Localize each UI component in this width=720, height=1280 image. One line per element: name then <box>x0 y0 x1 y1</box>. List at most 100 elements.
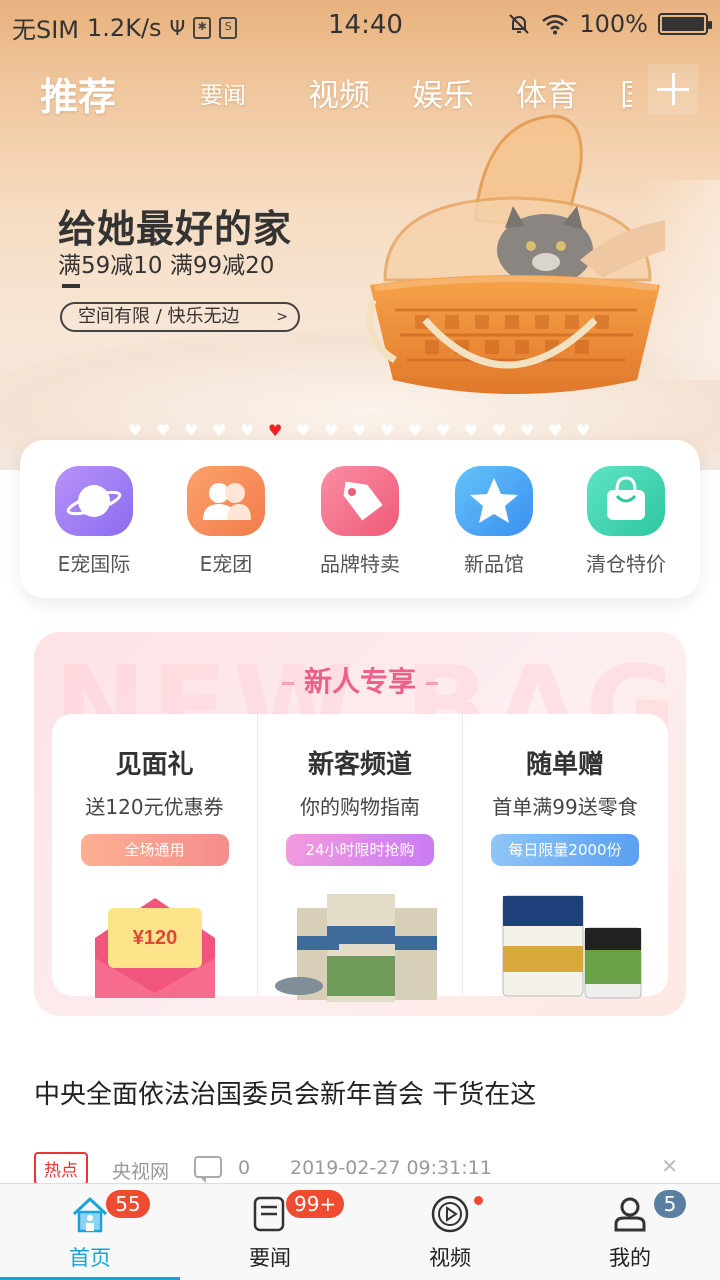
tab-label: 视频 <box>429 1246 471 1270</box>
promo-col-subtitle: 送120元优惠券 <box>85 795 224 819</box>
carousel-dot[interactable]: ♥ <box>128 423 144 439</box>
banner-cta-label: 空间有限 / 快乐无边 <box>78 306 240 327</box>
promo-col-title: 见面礼 <box>115 750 194 780</box>
banner-divider <box>62 284 80 288</box>
carousel-dot[interactable]: ♥ <box>184 423 200 439</box>
bag-icon <box>587 466 665 536</box>
title-dash <box>281 681 294 685</box>
carousel-dot[interactable]: ♥ <box>296 423 312 439</box>
group-icon <box>187 466 265 536</box>
promo-title: 新人专享 <box>34 660 686 700</box>
star-icon <box>455 466 533 536</box>
channel-tab-news[interactable]: 要闻 <box>200 76 246 110</box>
quick-link-label: 新品馆 <box>464 552 524 576</box>
channel-tab-more[interactable]: 国 <box>620 70 632 115</box>
play-icon <box>431 1195 469 1233</box>
hero-banner[interactable]: 无SIM 1.2K/s Ψ ✱ S 14:40 100% 推荐 要闻 视频 娱乐… <box>0 0 720 470</box>
promo-col-subtitle: 你的购物指南 <box>300 795 420 819</box>
carousel-dot[interactable]: ♥ <box>380 423 396 439</box>
carousel-dot[interactable]: ♥ <box>212 423 228 439</box>
title-dash <box>426 681 438 685</box>
hot-badge: 热点 <box>34 1152 88 1185</box>
newspaper-icon <box>253 1196 285 1232</box>
dismiss-icon[interactable]: ✕ <box>661 1154 678 1178</box>
video-dot <box>474 1196 483 1205</box>
promo-col-tag: 全场通用 <box>80 834 229 866</box>
promo-col-subtitle: 首单满99送零食 <box>492 795 638 819</box>
carousel-dot[interactable]: ♥ <box>156 423 172 439</box>
promo-title-text: 新人专享 <box>303 665 416 698</box>
carousel-dot[interactable]: ♥ <box>436 423 452 439</box>
pet-carrier-image <box>366 114 665 394</box>
pet-food-cans-image <box>502 895 642 999</box>
home-icon <box>72 1196 108 1233</box>
bottom-tab-bar: 55 首页 99+ 要闻 视频 5 我的 <box>0 1183 720 1280</box>
tag-icon <box>321 466 399 536</box>
carousel-dot[interactable]: ♥ <box>352 423 368 439</box>
tab-profile[interactable]: 5 我的 <box>540 1184 720 1280</box>
promo-col-tag: 24小时限时抢购 <box>286 834 434 866</box>
carrier-label: 无SIM <box>12 16 80 44</box>
comment-icon <box>194 1156 222 1183</box>
banner-cta-button[interactable]: 空间有限 / 快乐无边 > <box>60 302 300 332</box>
carousel-dot[interactable]: ♥ <box>464 423 480 439</box>
carousel-dot[interactable]: ♥ <box>268 423 284 439</box>
carousel-dot[interactable]: ♥ <box>520 423 536 439</box>
storage-icon: S <box>219 16 238 39</box>
mute-bell-icon <box>509 14 530 34</box>
tab-label: 要闻 <box>249 1246 291 1270</box>
promo-gift-column[interactable]: 见面礼 送120元优惠券 全场通用 ¥120 <box>52 714 257 998</box>
promo-new-customer-column[interactable]: 新客频道 你的购物指南 24小时限时抢购 <box>257 714 462 1002</box>
carousel-dot[interactable]: ♥ <box>240 423 256 439</box>
coupon-amount: ¥120 <box>132 927 177 949</box>
quick-link-e-pet-international[interactable]: E宠国际 <box>34 466 154 577</box>
clock: 14:40 <box>328 10 403 40</box>
red-envelope-image: ¥120 <box>94 898 215 998</box>
carousel-dot[interactable]: ♥ <box>408 423 424 439</box>
comment-count: 0 <box>238 1157 251 1179</box>
channel-tab-entertainment[interactable]: 娱乐 <box>412 70 474 115</box>
battery-percent: 100% <box>579 10 648 38</box>
tab-label: 我的 <box>609 1246 651 1270</box>
news-headline[interactable]: 中央全面依法治国委员会新年首会 干货在这 <box>34 1074 536 1111</box>
channel-tab-recommend[interactable]: 推荐 <box>40 66 116 121</box>
carousel-dot[interactable]: ♥ <box>548 423 564 439</box>
quick-link-clearance[interactable]: 清仓特价 <box>566 466 686 577</box>
channel-tab-sports[interactable]: 体育 <box>516 70 578 115</box>
network-speed: 1.2K/s <box>87 13 162 42</box>
tab-home[interactable]: 55 首页 <box>0 1184 180 1280</box>
usb-icon: Ψ <box>169 15 186 40</box>
carousel-dot[interactable]: ♥ <box>324 423 340 439</box>
banner-subtitle: 满59减10 满99减20 <box>58 253 275 279</box>
banner-title: 给她最好的家 <box>58 207 293 251</box>
pet-food-bags-image <box>275 894 437 1002</box>
add-channel-button[interactable] <box>648 64 698 114</box>
quick-link-e-pet-group[interactable]: E宠团 <box>166 466 286 577</box>
channel-tabs: 推荐 要闻 视频 娱乐 体育 国 <box>0 62 720 121</box>
news-datetime: 2019-02-27 09:31:11 <box>290 1157 492 1179</box>
quick-link-label: 清仓特价 <box>586 552 666 576</box>
quick-links-card: E宠国际 E宠团 品牌特卖 新品馆 清仓特价 <box>20 440 700 598</box>
quick-link-label: E宠团 <box>199 552 253 576</box>
carousel-dot[interactable]: ♥ <box>492 423 508 439</box>
quick-link-brand-sale[interactable]: 品牌特卖 <box>300 466 420 577</box>
profile-badge: 5 <box>654 1190 686 1218</box>
tab-news[interactable]: 99+ 要闻 <box>180 1184 360 1280</box>
promo-col-title: 随单赠 <box>525 750 604 780</box>
new-user-promo[interactable]: NEW BAG 新人专享 见面礼 送120元优惠券 全场通用 ¥120 新客频道… <box>34 632 686 1016</box>
news-source: 央视网 <box>112 1161 170 1183</box>
promo-col-tag: 每日限量2000份 <box>491 834 639 866</box>
promo-columns: 见面礼 送120元优惠券 全场通用 ¥120 新客频道 你的购物指南 24小时限… <box>52 714 668 1002</box>
carousel-dot[interactable]: ♥ <box>576 423 592 439</box>
battery-icon <box>658 13 712 35</box>
news-meta: 热点 央视网 0 2019-02-27 09:31:11 ✕ <box>34 1152 686 1186</box>
quick-link-label: 品牌特卖 <box>320 552 400 576</box>
promo-free-gift-column[interactable]: 随单赠 首单满99送零食 每日限量2000份 <box>462 714 667 999</box>
tab-label: 首页 <box>69 1246 111 1270</box>
channel-tab-video[interactable]: 视频 <box>308 70 370 115</box>
quick-link-new-products[interactable]: 新品馆 <box>434 466 554 577</box>
usb-debug-icon: ✱ <box>193 16 212 39</box>
tab-video[interactable]: 视频 <box>360 1184 540 1280</box>
quick-link-label: E宠国际 <box>57 552 131 576</box>
carousel-indicator[interactable]: ♥ ♥ ♥ ♥ ♥ ♥ ♥ ♥ ♥ ♥ ♥ ♥ ♥ ♥ ♥ ♥ ♥ <box>128 423 592 439</box>
